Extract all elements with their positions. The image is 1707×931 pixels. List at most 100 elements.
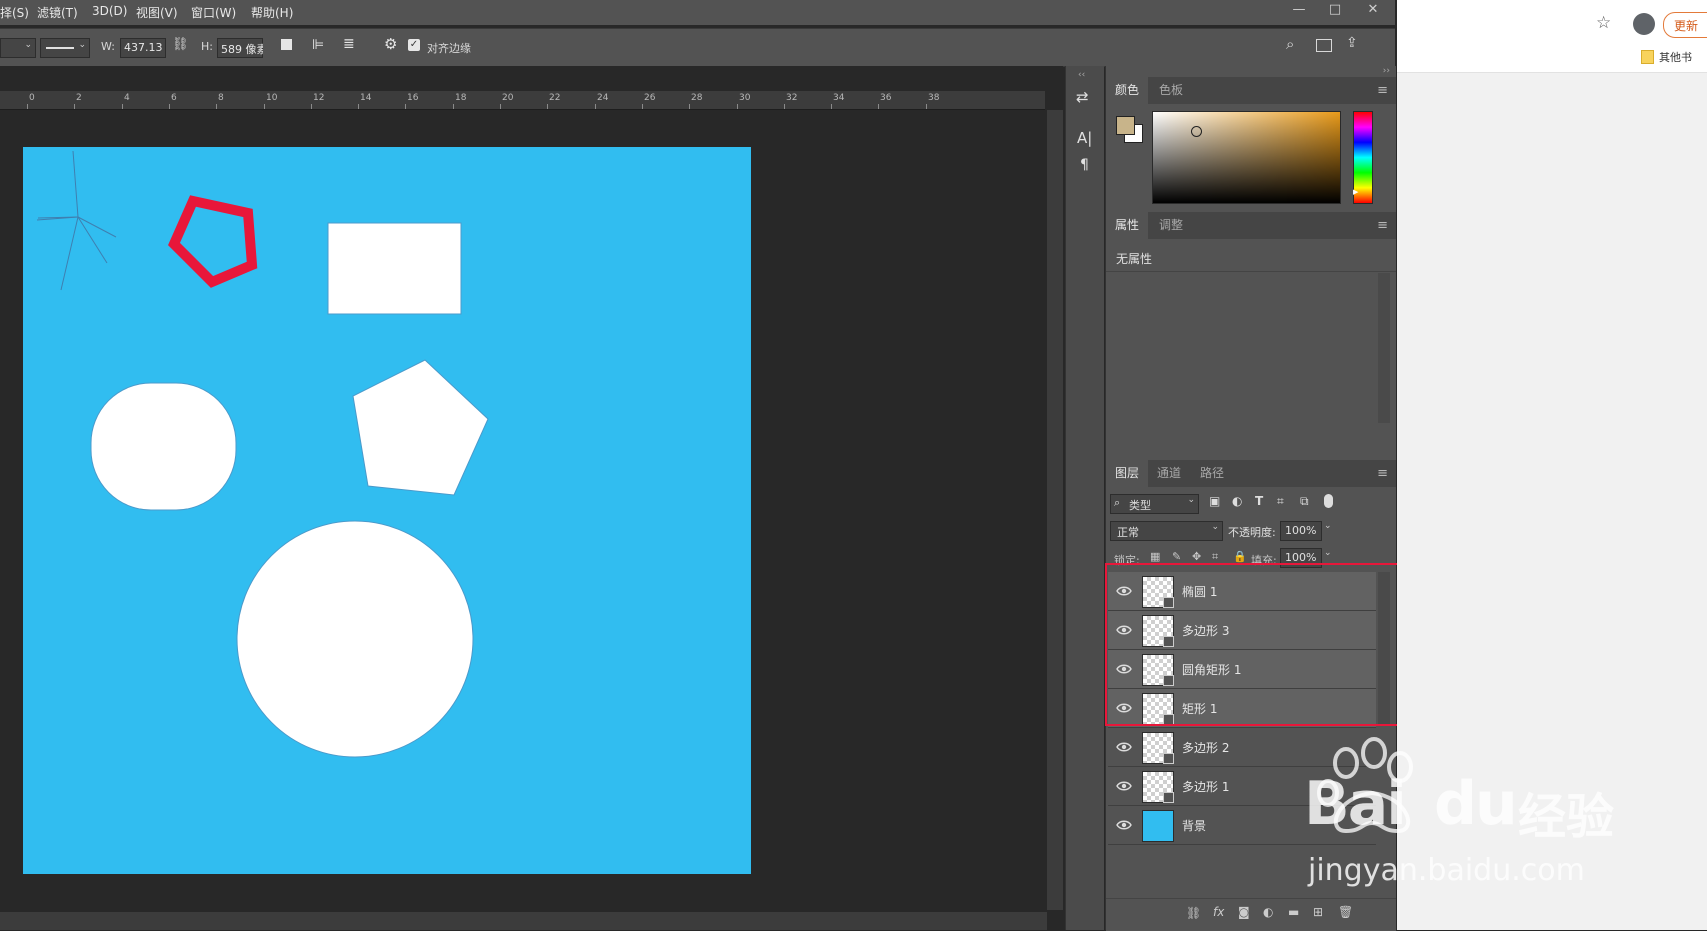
layer-thumbnail[interactable]: [1142, 732, 1174, 764]
link-layers-icon[interactable]: ⛓: [1186, 906, 1201, 920]
menu-select[interactable]: 择(S): [0, 4, 29, 21]
layers-footer: ⛓ fx ◙ ◐ ▬ ⊞ 🗑: [1106, 898, 1396, 931]
paragraph-icon[interactable]: ¶: [1080, 157, 1089, 173]
panel-menu-icon[interactable]: ≡: [1377, 466, 1388, 481]
align-edges-checkbox[interactable]: ✓: [408, 39, 420, 51]
width-input[interactable]: 437.13: [120, 38, 166, 58]
opacity-input[interactable]: 100%: [1280, 521, 1322, 541]
filter-adjustment-icon[interactable]: ◐: [1232, 494, 1242, 508]
filter-smart-object-icon[interactable]: ⧉: [1300, 494, 1309, 509]
layer-name[interactable]: 背景: [1182, 817, 1206, 834]
expand-icon[interactable]: ››: [1383, 66, 1390, 76]
tab-layers[interactable]: 图层: [1106, 460, 1149, 487]
filter-pixel-icon[interactable]: ▣: [1209, 494, 1220, 508]
shape-mode-select[interactable]: ⌄: [0, 38, 36, 58]
eye-icon[interactable]: [1116, 739, 1132, 755]
ruler-tick: [642, 104, 643, 109]
eye-icon[interactable]: [1116, 778, 1132, 794]
eye-icon[interactable]: [1116, 817, 1132, 833]
lock-image-icon[interactable]: ✎: [1172, 550, 1181, 563]
avatar[interactable]: [1633, 13, 1655, 35]
foreground-color-swatch[interactable]: [1116, 116, 1135, 135]
close-button[interactable]: ✕: [1356, 0, 1390, 22]
layers-panel-tabs: 图层 通道 路径 ≡: [1106, 460, 1396, 487]
add-mask-icon[interactable]: ◙: [1238, 905, 1250, 919]
menu-window[interactable]: 窗口(W): [191, 4, 236, 21]
lock-transparent-icon[interactable]: ▦: [1150, 550, 1160, 563]
maximize-button[interactable]: □: [1318, 0, 1352, 22]
new-group-icon[interactable]: ▬: [1288, 905, 1299, 919]
tab-color[interactable]: 颜色: [1106, 77, 1149, 104]
menu-3d[interactable]: 3D(D): [92, 4, 127, 18]
lock-position-icon[interactable]: ✥: [1192, 550, 1201, 563]
height-input[interactable]: 589 像素: [217, 38, 263, 58]
color-picker-cursor[interactable]: [1191, 126, 1202, 137]
panel-menu-icon[interactable]: ≡: [1377, 83, 1388, 98]
path-alignment-icon[interactable]: ⊫: [312, 37, 324, 53]
link-icon[interactable]: ⛓: [172, 37, 189, 52]
fill-dropdown-icon[interactable]: ⌄: [1324, 548, 1332, 558]
new-adjustment-icon[interactable]: ◐: [1263, 905, 1273, 919]
options-bar: ⌄ ⌄ W: 437.13 ⛓ H: 589 像素 ⊫ ≣ ⚙ ✓ 对齐边缘 ⌕…: [0, 28, 1395, 67]
lock-artboard-icon[interactable]: ⌗: [1212, 550, 1218, 564]
chevron-down-icon: ⌄: [1187, 495, 1195, 505]
layer-filter-select[interactable]: ⌕ 类型 ⌄: [1110, 494, 1199, 514]
share-icon[interactable]: ⇪: [1346, 35, 1358, 51]
tab-properties[interactable]: 属性: [1106, 212, 1149, 239]
trash-icon[interactable]: 🗑: [1338, 905, 1353, 919]
properties-scrollbar[interactable]: [1378, 273, 1390, 423]
tab-adjustments[interactable]: 调整: [1150, 212, 1192, 239]
ruler-tick: [74, 104, 75, 109]
ruler-tick: [878, 104, 879, 109]
menu-filter[interactable]: 滤镜(T): [37, 4, 78, 21]
new-layer-icon[interactable]: ⊞: [1313, 905, 1323, 919]
opacity-label: 不透明度:: [1228, 526, 1276, 539]
tab-swatches[interactable]: 色板: [1150, 77, 1192, 104]
path-operations-icon[interactable]: [281, 39, 292, 50]
filter-type-icon[interactable]: T: [1255, 494, 1263, 508]
vertical-scrollbar[interactable]: [1047, 110, 1063, 910]
canvas[interactable]: [23, 147, 751, 874]
filter-shape-icon[interactable]: ⌗: [1277, 494, 1284, 509]
gear-icon[interactable]: ⚙: [384, 35, 397, 53]
rounded-rectangle-1-shape[interactable]: [90, 382, 237, 511]
tab-paths[interactable]: 路径: [1191, 460, 1233, 487]
search-icon[interactable]: ⌕: [1286, 35, 1294, 53]
ruler-tick: [405, 104, 406, 109]
filter-toggle-icon[interactable]: [1324, 494, 1333, 508]
shape-layer-icon: [1163, 792, 1174, 803]
character-icon[interactable]: A|: [1077, 129, 1092, 147]
hue-slider-handle[interactable]: ▶: [1353, 188, 1358, 196]
star-icon[interactable]: ☆: [1596, 13, 1611, 33]
layer-thumbnail[interactable]: [1142, 771, 1174, 803]
ruler-tick: [831, 104, 832, 109]
properties-panel-tabs: 属性 调整 ≡: [1106, 212, 1396, 239]
horizontal-scrollbar[interactable]: [0, 912, 1047, 930]
color-panel-tabs: 颜色 色板 ≡: [1106, 77, 1396, 104]
history-icon[interactable]: ⇄: [1076, 88, 1089, 106]
ellipse-1-shape[interactable]: [236, 520, 474, 758]
update-button[interactable]: 更新: [1663, 12, 1707, 38]
stroke-type-select[interactable]: ⌄: [40, 38, 90, 58]
divider: [1106, 271, 1396, 272]
rectangle-1-shape[interactable]: [327, 222, 462, 315]
path-arrangement-icon[interactable]: ≣: [343, 36, 355, 52]
blend-mode-select[interactable]: 正常 ⌄: [1110, 521, 1223, 541]
hue-slider[interactable]: ▶: [1353, 111, 1373, 204]
ruler-tick-label: 34: [833, 93, 845, 103]
color-field[interactable]: [1152, 111, 1341, 204]
workspace-icon[interactable]: [1316, 39, 1332, 52]
minimize-button[interactable]: —: [1282, 0, 1316, 22]
lock-all-icon[interactable]: 🔒: [1233, 550, 1247, 563]
layer-name[interactable]: 多边形 2: [1182, 739, 1229, 756]
opacity-dropdown-icon[interactable]: ⌄: [1324, 521, 1332, 531]
menu-help[interactable]: 帮助(H): [251, 4, 293, 21]
layer-thumbnail[interactable]: [1142, 810, 1174, 842]
panel-menu-icon[interactable]: ≡: [1377, 218, 1388, 233]
layer-name[interactable]: 多边形 1: [1182, 778, 1229, 795]
tab-channels[interactable]: 通道: [1148, 460, 1190, 487]
fx-icon[interactable]: fx: [1213, 905, 1224, 919]
menu-view[interactable]: 视图(V): [136, 4, 178, 21]
bookmark-other[interactable]: 其他书: [1659, 49, 1692, 65]
collapse-icon[interactable]: ‹‹: [1078, 70, 1085, 80]
